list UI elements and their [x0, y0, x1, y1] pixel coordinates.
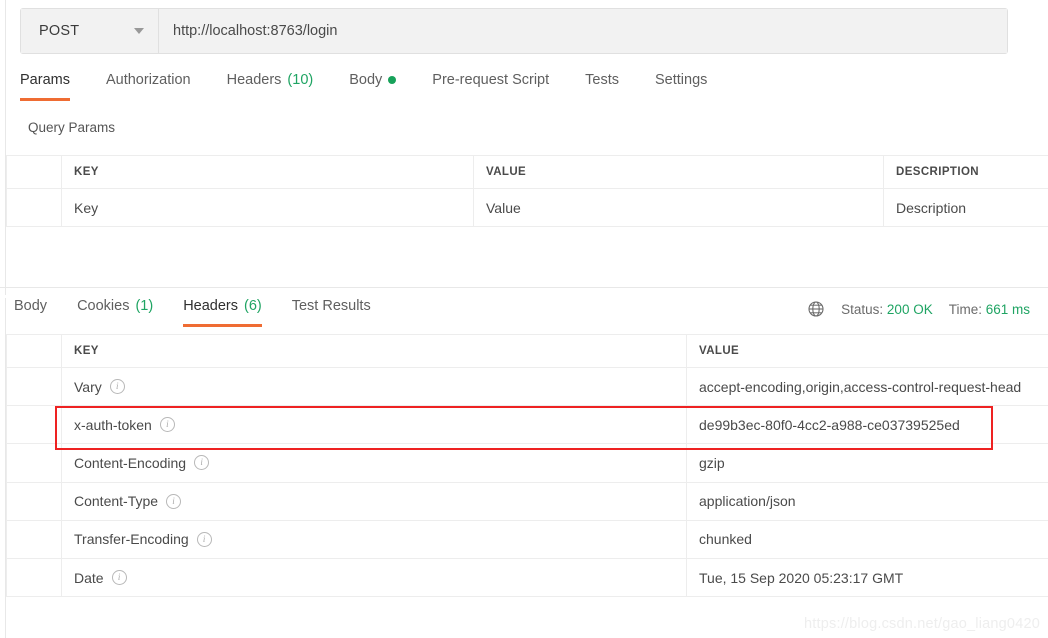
table-header-row: KEY VALUE DESCRIPTION [6, 155, 1048, 189]
row-gutter-cell [6, 519, 62, 559]
header-key-label: Date [74, 569, 104, 586]
table-row[interactable]: Content-Type i application/json [6, 481, 1048, 521]
response-tab-body-label: Body [14, 298, 48, 314]
header-value-cell: application/json [686, 481, 1048, 521]
header-key-label: x-auth-token [74, 416, 152, 433]
response-tabs: Body Cookies (1) Headers (6) Test Result… [14, 296, 401, 327]
info-icon[interactable]: i [109, 379, 125, 395]
tab-body-label: Body [349, 72, 383, 88]
info-icon[interactable]: i [194, 455, 210, 471]
request-url-bar: POST http://localhost:8763/login [20, 8, 1008, 54]
tab-headers[interactable]: Headers (10) [227, 70, 314, 101]
response-tab-headers-label: Headers [183, 298, 238, 314]
header-key-cell: Transfer-Encoding i [61, 519, 687, 559]
header-key-label: Vary [74, 378, 102, 395]
resp-col-key: KEY [61, 334, 687, 368]
header-key-cell: Vary i [61, 366, 687, 407]
params-col-description: DESCRIPTION [883, 155, 1048, 189]
header-key-cell: Content-Encoding i [61, 443, 687, 483]
response-tab-body[interactable]: Body [14, 296, 47, 327]
response-tab-test-results[interactable]: Test Results [292, 296, 371, 327]
table-row[interactable]: Content-Encoding i gzip [6, 443, 1048, 483]
params-col-checkbox [6, 155, 62, 189]
tab-settings-label: Settings [654, 72, 708, 88]
params-col-value: VALUE [473, 155, 884, 189]
tab-pre-request-script[interactable]: Pre-request Script [432, 70, 549, 101]
row-gutter-cell [6, 481, 62, 521]
table-row[interactable]: x-auth-token i de99b3ec-80f0-4cc2-a988-c… [6, 405, 1048, 445]
table-row[interactable]: Transfer-Encoding i chunked [6, 519, 1048, 559]
header-value-cell: accept-encoding,origin,access-control-re… [686, 366, 1048, 407]
http-method-label: POST [39, 23, 80, 39]
response-tab-test-results-label: Test Results [291, 298, 371, 314]
tab-pre-request-script-label: Pre-request Script [432, 72, 550, 88]
request-url-input[interactable]: http://localhost:8763/login [159, 9, 1007, 53]
tab-params-label: Params [20, 72, 70, 88]
response-headers-table: KEY VALUE Vary i accept-encoding,origin,… [6, 334, 1048, 598]
status-badge: 200 OK [886, 301, 933, 317]
param-description-input[interactable]: Description [883, 188, 1048, 227]
table-row[interactable]: Vary i accept-encoding,origin,access-con… [6, 366, 1048, 407]
tab-tests-label: Tests [585, 72, 619, 88]
resp-col-blank [6, 334, 62, 368]
info-icon[interactable]: i [159, 417, 175, 433]
left-rail-divider [5, 0, 6, 295]
response-tab-headers[interactable]: Headers (6) [183, 296, 262, 327]
param-value-input[interactable]: Value [473, 188, 884, 227]
row-gutter-cell [6, 443, 62, 483]
header-value-cell: gzip [686, 443, 1048, 483]
status-group: Status: 200 OK [841, 302, 933, 317]
time-label: Time: [948, 301, 982, 317]
tab-params[interactable]: Params [20, 70, 70, 101]
info-icon[interactable]: i [196, 531, 212, 547]
request-tabs: Params Authorization Headers (10) Body P… [20, 70, 1030, 110]
response-meta-bar: Status: 200 OK Time: 661 ms [807, 300, 1030, 318]
params-col-key: KEY [61, 155, 474, 189]
tab-authorization[interactable]: Authorization [106, 70, 191, 101]
row-gutter-cell [6, 557, 62, 598]
resp-col-value: VALUE [686, 334, 1048, 368]
response-tab-cookies[interactable]: Cookies (1) [77, 296, 153, 327]
tab-authorization-label: Authorization [105, 72, 191, 88]
row-gutter-cell [6, 405, 62, 445]
header-value-cell: Tue, 15 Sep 2020 05:23:17 GMT [686, 557, 1048, 598]
query-params-title: Query Params [28, 120, 116, 135]
header-value-cell: de99b3ec-80f0-4cc2-a988-ce03739525ed [686, 405, 1048, 445]
header-key-label: Content-Type [74, 493, 159, 510]
table-header-row: KEY VALUE [6, 334, 1048, 368]
header-key-cell: Date i [61, 557, 687, 598]
row-checkbox-cell[interactable] [6, 188, 62, 227]
header-key-label: Transfer-Encoding [74, 531, 189, 548]
info-icon[interactable]: i [166, 493, 182, 509]
response-tab-headers-count: (6) [244, 298, 262, 314]
pane-divider [0, 287, 1048, 288]
header-value-cell: chunked [686, 519, 1048, 559]
row-gutter-cell [6, 366, 62, 407]
tab-body[interactable]: Body [349, 70, 397, 101]
body-present-dot-icon [388, 76, 397, 84]
response-tab-cookies-count: (1) [135, 298, 154, 314]
status-label: Status: [841, 301, 884, 317]
http-method-dropdown[interactable]: POST [21, 9, 159, 53]
param-key-input[interactable]: Key [61, 188, 474, 227]
query-params-table: KEY VALUE DESCRIPTION Key Value Descript… [6, 155, 1048, 227]
header-key-cell: x-auth-token i [61, 405, 687, 445]
header-key-cell: Content-Type i [61, 481, 687, 521]
postman-window: POST http://localhost:8763/login Params … [0, 0, 1048, 638]
info-icon[interactable]: i [111, 570, 127, 586]
header-key-label: Content-Encoding [74, 454, 187, 471]
time-value: 661 ms [985, 301, 1030, 317]
tab-settings[interactable]: Settings [655, 70, 707, 101]
tab-headers-count: (10) [287, 72, 314, 88]
table-row[interactable]: Key Value Description [6, 188, 1048, 227]
response-tab-cookies-label: Cookies [77, 298, 130, 314]
chevron-down-icon [134, 28, 144, 34]
globe-icon[interactable] [807, 300, 825, 318]
tab-headers-label: Headers [226, 72, 282, 88]
table-row[interactable]: Date i Tue, 15 Sep 2020 05:23:17 GMT [6, 557, 1048, 598]
time-group: Time: 661 ms [949, 302, 1030, 317]
tab-tests[interactable]: Tests [585, 70, 619, 101]
watermark: https://blog.csdn.net/gao_liang0420 [804, 616, 1040, 632]
